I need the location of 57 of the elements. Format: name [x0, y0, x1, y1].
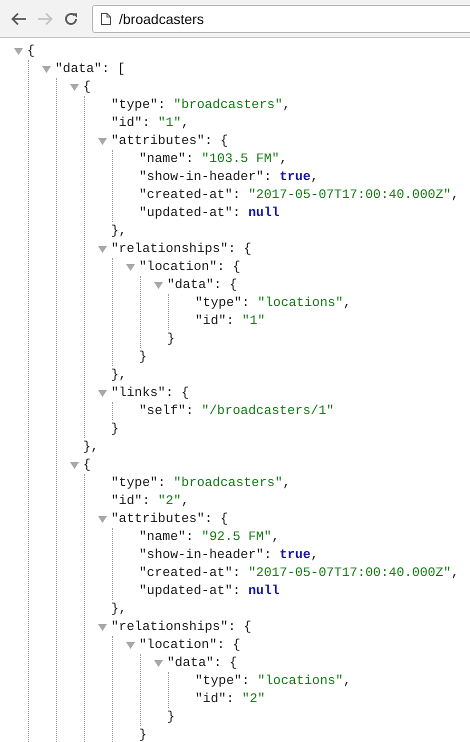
code-line: },	[111, 600, 127, 618]
expand-arrow-icon[interactable]	[154, 281, 163, 289]
expand-arrow-icon[interactable]	[154, 659, 163, 667]
code-line: {	[27, 42, 35, 60]
expand-arrow-icon[interactable]	[98, 137, 107, 145]
code-line: "id": "1",	[111, 114, 190, 132]
code-line: "show-in-header": true,	[139, 168, 318, 186]
code-line: }	[139, 348, 147, 366]
forward-arrow-icon	[37, 12, 53, 26]
code-line: "id": "1"	[195, 312, 266, 330]
code-line: "name": "103.5 FM",	[139, 150, 288, 168]
code-line: "relationships": {	[111, 618, 252, 636]
code-line: "type": "locations",	[195, 294, 352, 312]
code-line: "created-at": "2017-05-07T17:00:40.000Z",	[139, 186, 459, 204]
expand-arrow-icon[interactable]	[42, 65, 51, 73]
code-line: "attributes": {	[111, 510, 228, 528]
code-line: "attributes": {	[111, 132, 228, 150]
address-field[interactable]: /broadcasters	[92, 4, 470, 32]
code-line: "data": [	[55, 60, 126, 78]
code-line: "location": {	[139, 636, 240, 654]
code-line: "location": {	[139, 258, 240, 276]
code-line: "id": "2"	[195, 690, 266, 708]
expand-arrow-icon[interactable]	[98, 245, 107, 253]
code-line: "id": "2",	[111, 492, 190, 510]
code-line: {	[83, 78, 91, 96]
code-line: "type": "broadcasters",	[111, 474, 290, 492]
code-line: "relationships": {	[111, 240, 252, 258]
expand-arrow-icon[interactable]	[70, 83, 79, 91]
expand-arrow-icon[interactable]	[98, 623, 107, 631]
expand-arrow-icon[interactable]	[98, 515, 107, 523]
expand-arrow-icon[interactable]	[70, 461, 79, 469]
code-line: {	[83, 456, 91, 474]
code-line: "data": {	[167, 654, 238, 672]
code-line: "self": "/broadcasters/1"	[139, 402, 334, 420]
expand-arrow-icon[interactable]	[98, 389, 107, 397]
code-line: "type": "locations",	[195, 672, 352, 690]
code-line: "created-at": "2017-05-07T17:00:40.000Z",	[139, 564, 459, 582]
code-line: "links": {	[111, 384, 190, 402]
expand-arrow-icon[interactable]	[126, 641, 135, 649]
page-icon	[101, 12, 111, 24]
code-line: }	[167, 708, 175, 726]
code-line: "updated-at": null	[139, 582, 280, 600]
expand-arrow-icon[interactable]	[126, 263, 135, 271]
code-line: "show-in-header": true,	[139, 546, 318, 564]
code-line: "type": "broadcasters",	[111, 96, 290, 114]
code-line: "updated-at": null	[139, 204, 280, 222]
code-line: },	[111, 222, 127, 240]
code-line: },	[111, 366, 127, 384]
code-line: },	[83, 438, 99, 456]
code-line: }	[111, 420, 119, 438]
expand-arrow-icon[interactable]	[14, 47, 23, 55]
code-line: "data": {	[167, 276, 238, 294]
back-arrow-icon	[11, 12, 27, 26]
code-line: }	[167, 330, 175, 348]
code-line: "name": "92.5 FM",	[139, 528, 280, 546]
reload-icon	[63, 10, 79, 26]
code-line: }	[139, 726, 147, 742]
